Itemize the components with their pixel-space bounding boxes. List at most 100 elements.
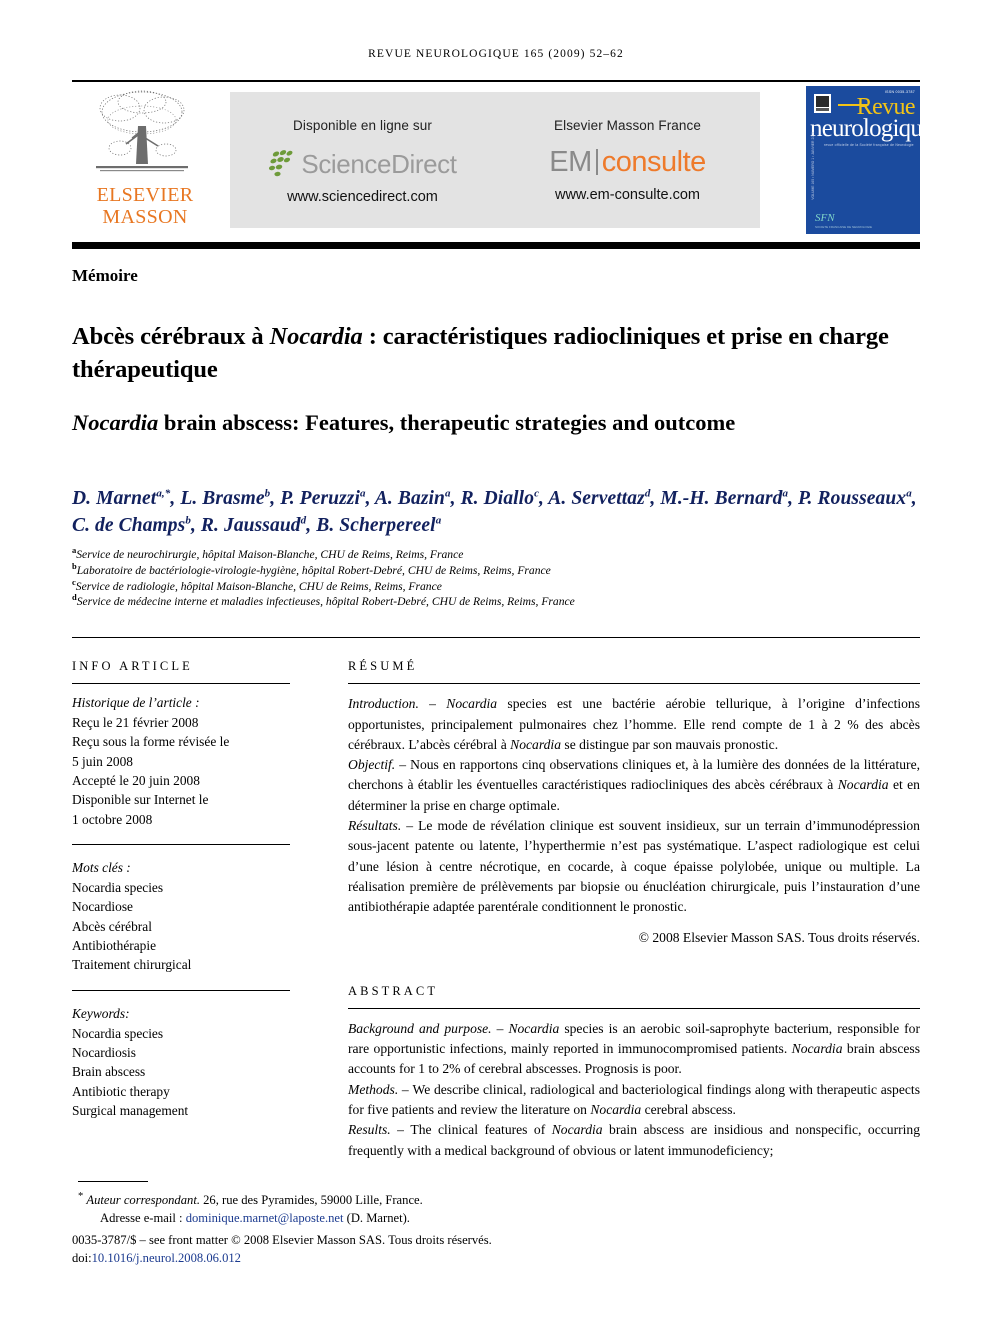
sciencedirect-block[interactable]: Disponible en ligne sur ScienceDirect ww… <box>230 92 495 205</box>
keywords-label: Keywords: <box>72 1006 130 1022</box>
cover-spine-text: VOLUME 165 • NUMERO 1 • JANVIER 2009 <box>811 132 815 200</box>
author-name: P. Rousseaux <box>798 488 907 509</box>
author-affiliation-mark: a <box>359 487 366 500</box>
abstract-paragraph: Results. – The clinical features of Noca… <box>348 1122 920 1158</box>
article-history-line: Disponible sur Internet le <box>72 792 209 808</box>
resume-paragraph: Objectif. – Nous en rapportons cinq obse… <box>348 757 921 813</box>
resume-underline <box>348 683 920 685</box>
author-name: A. Bazin <box>374 488 445 509</box>
resume-copyright: © 2008 Elsevier Masson SAS. Tous droits … <box>638 929 920 945</box>
motscle-item: Abcès cérébral <box>72 918 152 934</box>
abstract-paragraph: Background and purpose. – Nocardia speci… <box>348 1020 920 1077</box>
abstract-paragraph-lead: Résultats. – <box>348 818 419 834</box>
article-first-page: REVUE NEUROLOGIQUE 165 (2009) 52–62 ELSE… <box>0 0 992 1323</box>
email-link[interactable]: dominique.marnet@laposte.net <box>186 1211 344 1225</box>
keyword-item: Brain abscess <box>72 1064 146 1080</box>
author-affiliation-mark: a <box>445 487 451 500</box>
affiliation-item: cService de radiologie, hôpital Maison-B… <box>72 576 442 593</box>
sciencedirect-logo: ScienceDirect <box>230 147 495 181</box>
species-name: Nocardia <box>508 1020 560 1036</box>
keyword-item: Surgical management <box>72 1103 189 1119</box>
article-history-block: Historique de l’article : Reçu le 21 fév… <box>72 693 290 829</box>
cover-sfn-caption: SOCIETE FRANCAISE DE NEUROLOGIE <box>815 225 873 229</box>
doi-value[interactable]: 10.1016/j.neurol.2008.06.012 <box>92 1251 241 1265</box>
motscles-divider <box>72 844 290 846</box>
elsevier-masson-logo: ELSEVIER MASSON <box>80 86 210 234</box>
keywords-block: Keywords: Nocardia species Nocardiosis Bra… <box>72 1004 290 1120</box>
motscle-item: Nocardia species <box>72 879 164 895</box>
abstract-underline <box>348 1007 920 1009</box>
author-name: B. Scherpereel <box>316 515 436 536</box>
abstract-paragraph-lead: Introduction. – <box>348 696 447 712</box>
keyword-item: Nocardiosis <box>72 1044 136 1060</box>
author-name: C. de Champs <box>72 515 186 536</box>
author-affiliation-mark: b <box>185 514 191 527</box>
resume-heading: RÉSUMÉ <box>348 659 418 673</box>
sciencedirect-leaf-icon <box>269 150 293 177</box>
sciencedirect-wordmark: ScienceDirect <box>301 148 457 179</box>
author-name: D. Marnet <box>72 488 157 509</box>
front-matter-line: 0035-3787/$ – see front matter © 2008 El… <box>72 1233 492 1248</box>
resume-paragraph: Introduction. – Nocardia species est une… <box>348 696 921 752</box>
affiliation-mark: b <box>72 560 77 571</box>
running-head: REVUE NEUROLOGIQUE 165 (2009) 52–62 <box>368 48 624 60</box>
author-affiliation-mark: d <box>644 487 651 500</box>
email-label: Adresse e-mail : <box>100 1210 186 1225</box>
affiliation-item: bLaboratoire de bactériologie-virologie-… <box>72 560 551 577</box>
motscle-item: Antibiothérapie <box>72 938 157 954</box>
journal-cover-thumbnail: ISSN 0035-3787 Revue neurologique revue … <box>806 86 920 234</box>
emconsulte-divider <box>595 149 598 175</box>
article-history-line: Reçu le 21 février 2008 <box>72 714 199 730</box>
species-name: Nocardia <box>837 777 889 793</box>
affiliation-mark: c <box>72 576 76 587</box>
motscle-item: Nocardiose <box>72 899 133 915</box>
online-availability-panel: Disponible en ligne sur ScienceDirect ww… <box>230 92 760 228</box>
species-name: Nocardia <box>590 1102 642 1118</box>
doi-line[interactable]: doi:10.1016/j.neurol.2008.06.012 <box>72 1250 672 1268</box>
header-rule <box>72 80 920 82</box>
author-name: R. Diallo <box>460 488 535 509</box>
abstract-paragraph-lead: Methods. – <box>348 1081 413 1097</box>
motscle-item: Traitement chirurgical <box>72 957 192 973</box>
abstract-paragraph-lead: Objectif. – <box>348 757 411 773</box>
article-history-line: Reçu sous la forme révisée le <box>72 734 230 750</box>
info-article-underline <box>72 683 290 685</box>
cover-emblem-icon <box>814 94 831 113</box>
species-name: Nocardia <box>510 736 561 752</box>
motscles-block: Mots clés : Nocardia species Nocardiose Ab… <box>72 858 290 974</box>
article-history-label: Historique de l’article : <box>72 695 200 711</box>
keyword-item: Antibiotic therapy <box>72 1083 170 1099</box>
cover-subtitle: revue officielle de la Société française… <box>824 143 914 147</box>
page-title-french: Abcès cérébraux à Nocardia : caractérist… <box>72 323 889 384</box>
abstract-text: Background and purpose. – Nocardia speci… <box>348 1019 920 1161</box>
doi-prefix: doi: <box>72 1250 92 1265</box>
corresponding-author-label: Auteur correspondant. <box>86 1193 200 1208</box>
sciencedirect-url[interactable]: www.sciencedirect.com <box>230 189 495 205</box>
author-affiliation-mark: b <box>264 487 271 500</box>
author-name: R. Jaussaud <box>200 515 301 536</box>
cover-emblem-bar <box>816 108 829 111</box>
author-affiliation-mark: a,* <box>156 487 171 500</box>
emconsulte-url[interactable]: www.em-consulte.com <box>495 187 760 203</box>
species-name: Nocardia <box>446 696 498 712</box>
author-affiliation-mark: a <box>906 487 912 500</box>
affiliation-item: aService de neurochirurgie, hôpital Mais… <box>72 545 464 561</box>
author-affiliation-mark: c <box>534 487 540 500</box>
author-affiliation-mark: a <box>435 514 442 527</box>
footnote-rule <box>78 1181 148 1183</box>
keyword-item: Nocardia species <box>72 1025 164 1041</box>
publisher-banner: ELSEVIER MASSON Disponible en ligne sur <box>72 86 920 234</box>
species-name: Nocardia <box>791 1041 843 1057</box>
emconsulte-block[interactable]: Elsevier Masson France EM consulte www.e… <box>495 92 760 203</box>
emconsulte-logo: EM consulte <box>495 145 760 179</box>
author-name: P. Peruzzi <box>280 488 360 509</box>
emconsulte-caption: Elsevier Masson France <box>553 118 701 133</box>
article-history-line: 5 juin 2008 <box>72 753 134 769</box>
elsevier-wordmark: ELSEVIER MASSON <box>80 184 210 228</box>
corresponding-author-address: 26, rue des Pyramides, 59000 Lille, Fran… <box>199 1193 423 1208</box>
abstract-column: RÉSUMÉ Introduction. – Nocardia species … <box>348 659 920 1161</box>
keywords-divider <box>72 989 290 992</box>
author-list: D. Marneta,*, L. Brasmeb, P. Peruzzia, A… <box>72 487 917 536</box>
info-article-heading: INFO ARTICLE <box>72 659 193 673</box>
corresponding-email-line: Adresse e-mail : dominique.marnet@lapost… <box>72 1210 672 1228</box>
